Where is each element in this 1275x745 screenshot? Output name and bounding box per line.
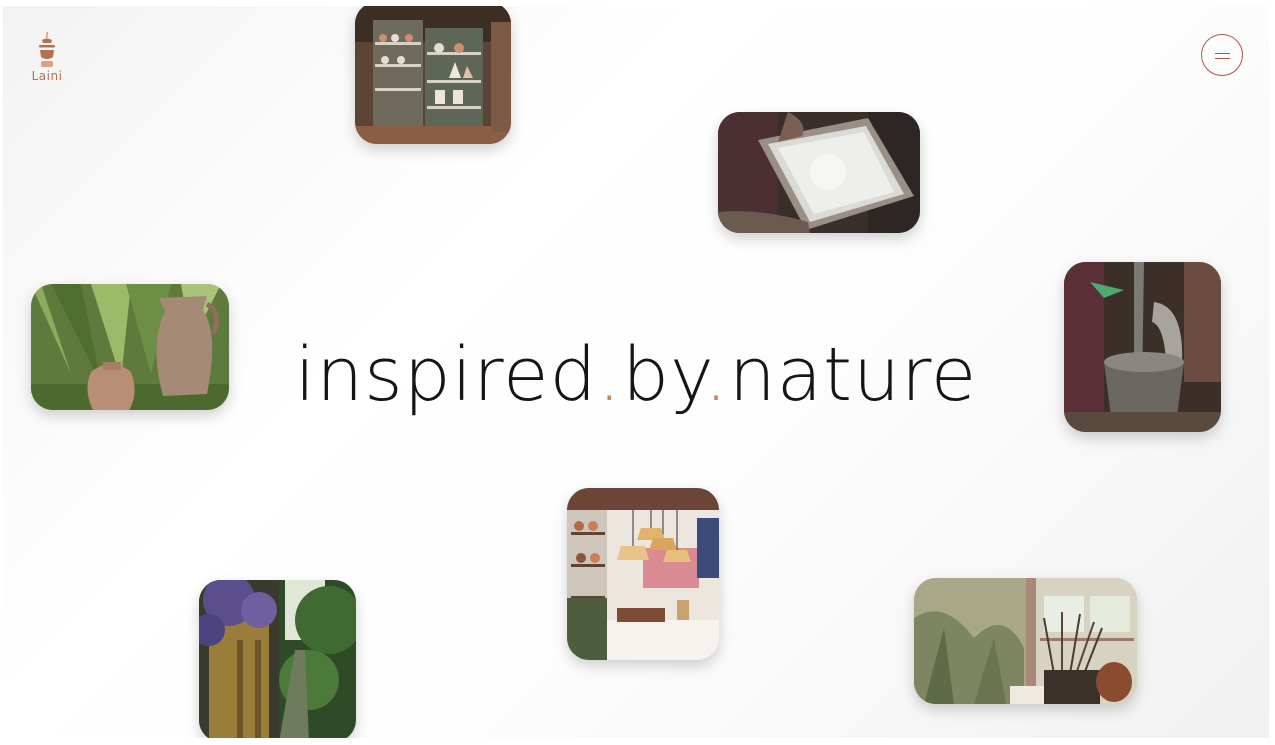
brand-name: Laini bbox=[31, 69, 63, 83]
headline-word-nature: nature bbox=[728, 332, 978, 418]
pendant-lamps-photo bbox=[567, 488, 719, 660]
menu-button[interactable] bbox=[1201, 34, 1243, 76]
hero-stage: Laini inspired.by.nature bbox=[3, 6, 1269, 738]
paint-brushes-photo bbox=[914, 578, 1137, 704]
headline-word-by: by bbox=[622, 332, 705, 418]
clay-sieve-photo bbox=[718, 112, 920, 233]
hamburger-menu-icon-bar bbox=[1215, 58, 1230, 60]
headline-dot: . bbox=[597, 332, 623, 418]
garden-path-photo bbox=[199, 580, 356, 738]
hamburger-menu-icon bbox=[1215, 53, 1230, 55]
pottery-shelves-photo bbox=[355, 6, 511, 144]
headline-dot: . bbox=[704, 332, 729, 418]
brand-logo[interactable]: Laini bbox=[25, 30, 69, 88]
hero-headline: inspired.by.nature bbox=[3, 328, 1269, 422]
pottery-stack-icon bbox=[39, 31, 55, 67]
headline-word-inspired: inspired bbox=[294, 332, 598, 418]
